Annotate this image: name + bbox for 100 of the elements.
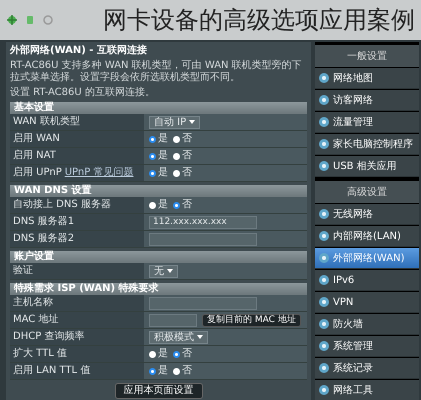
circle-icon — [318, 252, 330, 264]
radio-button[interactable] — [173, 136, 180, 142]
field-label: DNS 服务器1 — [13, 216, 74, 228]
menu-label: VPN — [333, 296, 354, 308]
radio-button[interactable] — [149, 170, 156, 176]
field-label: DHCP 查询频率 — [13, 331, 84, 343]
menu-item[interactable]: 外部网络(WAN) — [315, 248, 419, 269]
faq-link[interactable]: UPnP 常见问题 — [64, 167, 134, 179]
menu-label: 家长电脑控制程序 — [333, 138, 413, 151]
field-label: WAN 联机类型 — [13, 116, 80, 128]
circle-icon — [318, 362, 330, 374]
radio-label: 否 — [182, 150, 192, 162]
menu-item[interactable]: USB 相关应用 — [315, 156, 419, 177]
circle-icon — [318, 160, 330, 172]
menu-header: 一般设置 — [315, 45, 419, 67]
circle-icon — [318, 94, 330, 106]
input-field[interactable] — [149, 232, 257, 246]
radio-label: 是 — [158, 133, 168, 145]
field-label: 启用 UPnP — [13, 167, 62, 179]
menu-label: 无线网络 — [333, 208, 373, 221]
menu-label: 网络地图 — [333, 72, 373, 85]
menu-label: 内部网络(LAN) — [333, 230, 401, 243]
field-label: 扩大 TTL 值 — [13, 348, 67, 360]
radio-label: 是 — [158, 167, 168, 179]
radio-label: 是 — [158, 365, 168, 377]
menu-item[interactable]: 系统管理 — [315, 336, 419, 357]
radio-button[interactable] — [173, 350, 180, 358]
radio-button[interactable] — [149, 368, 156, 374]
radio-button[interactable] — [173, 152, 180, 160]
page-title: 外部网络(WAN) - 互联网连接 — [10, 45, 148, 57]
circle-icon — [318, 318, 330, 330]
radio-button[interactable] — [149, 202, 156, 208]
menu-item[interactable]: 内部网络(LAN) — [315, 226, 419, 247]
caret-icon — [167, 268, 173, 273]
menu-label: 访客网络 — [333, 94, 373, 107]
radio-label: 否 — [182, 365, 192, 377]
radio-label: 否 — [182, 199, 192, 211]
caret-icon — [197, 334, 203, 339]
circle-icon — [318, 72, 330, 84]
radio-label: 是 — [158, 348, 168, 360]
section-header: WAN DNS 设置 — [10, 185, 307, 197]
section-header: 基本设置 — [10, 102, 307, 114]
radio-button[interactable] — [149, 136, 156, 142]
field-label: 主机名称 — [13, 297, 53, 309]
menu-label: 外部网络(WAN) — [333, 252, 404, 265]
circle-icon — [318, 230, 330, 242]
menu-item[interactable]: IPv6 — [315, 270, 419, 291]
circle-icon — [318, 116, 330, 128]
menu-label: 系统记录 — [333, 362, 373, 375]
radio-button[interactable] — [173, 170, 180, 176]
field-label: 启用 LAN TTL 值 — [13, 365, 90, 377]
menu-item[interactable]: 防火墙 — [315, 314, 419, 335]
circle-icon — [318, 384, 330, 396]
radio-label: 否 — [182, 348, 192, 360]
input-field[interactable]: 112.xxx.xxx.xxx — [149, 216, 257, 228]
field-label: MAC 地址 — [13, 314, 58, 326]
radio-button[interactable] — [149, 152, 156, 160]
field-label: 启用 WAN — [13, 133, 60, 145]
menu-item[interactable]: 无线网络 — [315, 204, 419, 225]
circle-icon — [318, 138, 330, 150]
dropdown[interactable]: 积极模式 — [149, 330, 208, 344]
field-label: 验证 — [13, 265, 33, 277]
field-label: 自动接上 DNS 服务器 — [13, 199, 111, 211]
field-label: DNS 服务器2 — [13, 233, 74, 245]
menu-item[interactable]: 网络地图 — [315, 68, 419, 89]
menu-header: 高级设置 — [315, 181, 419, 203]
menu-item[interactable]: 系统记录 — [315, 358, 419, 379]
radio-button[interactable] — [149, 350, 156, 358]
network-icon[interactable] — [6, 14, 18, 26]
menu-label: IPv6 — [333, 274, 354, 286]
copy-mac-button[interactable]: 复制目前的 MAC 地址 — [202, 314, 301, 326]
circle-icon — [318, 274, 330, 286]
description: RT-AC86U 支持多种 WAN 联机类型，可由 WAN 联机类型旁的下拉式菜单选择。设置字段会依所选联机类型而不同。 — [10, 60, 303, 84]
radio-button[interactable] — [173, 202, 180, 208]
menu-item[interactable]: 流量管理 — [315, 112, 419, 133]
menu-item[interactable]: 访客网络 — [315, 90, 419, 111]
menu-item[interactable]: VPN — [315, 292, 419, 313]
menu-item[interactable]: 家长电脑控制程序 — [315, 134, 419, 155]
dropdown[interactable]: 自动 IP — [149, 116, 200, 128]
menu-label: 系统管理 — [333, 340, 373, 353]
circle-icon — [318, 296, 330, 308]
radio-label: 是 — [158, 150, 168, 162]
section-header: 特殊需求 ISP (WAN) 特殊要求 — [10, 283, 307, 295]
field-label: 启用 NAT — [13, 150, 56, 162]
caret-icon — [189, 120, 196, 124]
menu-label: 防火墙 — [333, 318, 363, 331]
dropdown[interactable]: 无 — [149, 264, 178, 278]
radio-label: 是 — [158, 199, 168, 211]
menu-label: USB 相关应用 — [333, 160, 397, 173]
menu-label: 流量管理 — [333, 116, 373, 129]
radio-button[interactable] — [173, 368, 180, 374]
section-header: 账户设置 — [10, 251, 307, 263]
circle-icon — [318, 208, 330, 220]
input-field[interactable] — [149, 314, 197, 326]
apply-button[interactable]: 应用本页面设置 — [114, 383, 202, 399]
menu-item[interactable]: 网络工具 — [315, 380, 419, 400]
caption-title: 网卡设备的高级选项应用案例 — [102, 5, 415, 36]
menu-label: 网络工具 — [333, 384, 373, 397]
intro-text: 设置 RT-AC86U 的互联网连接。 — [10, 87, 156, 99]
input-field[interactable] — [149, 296, 257, 310]
